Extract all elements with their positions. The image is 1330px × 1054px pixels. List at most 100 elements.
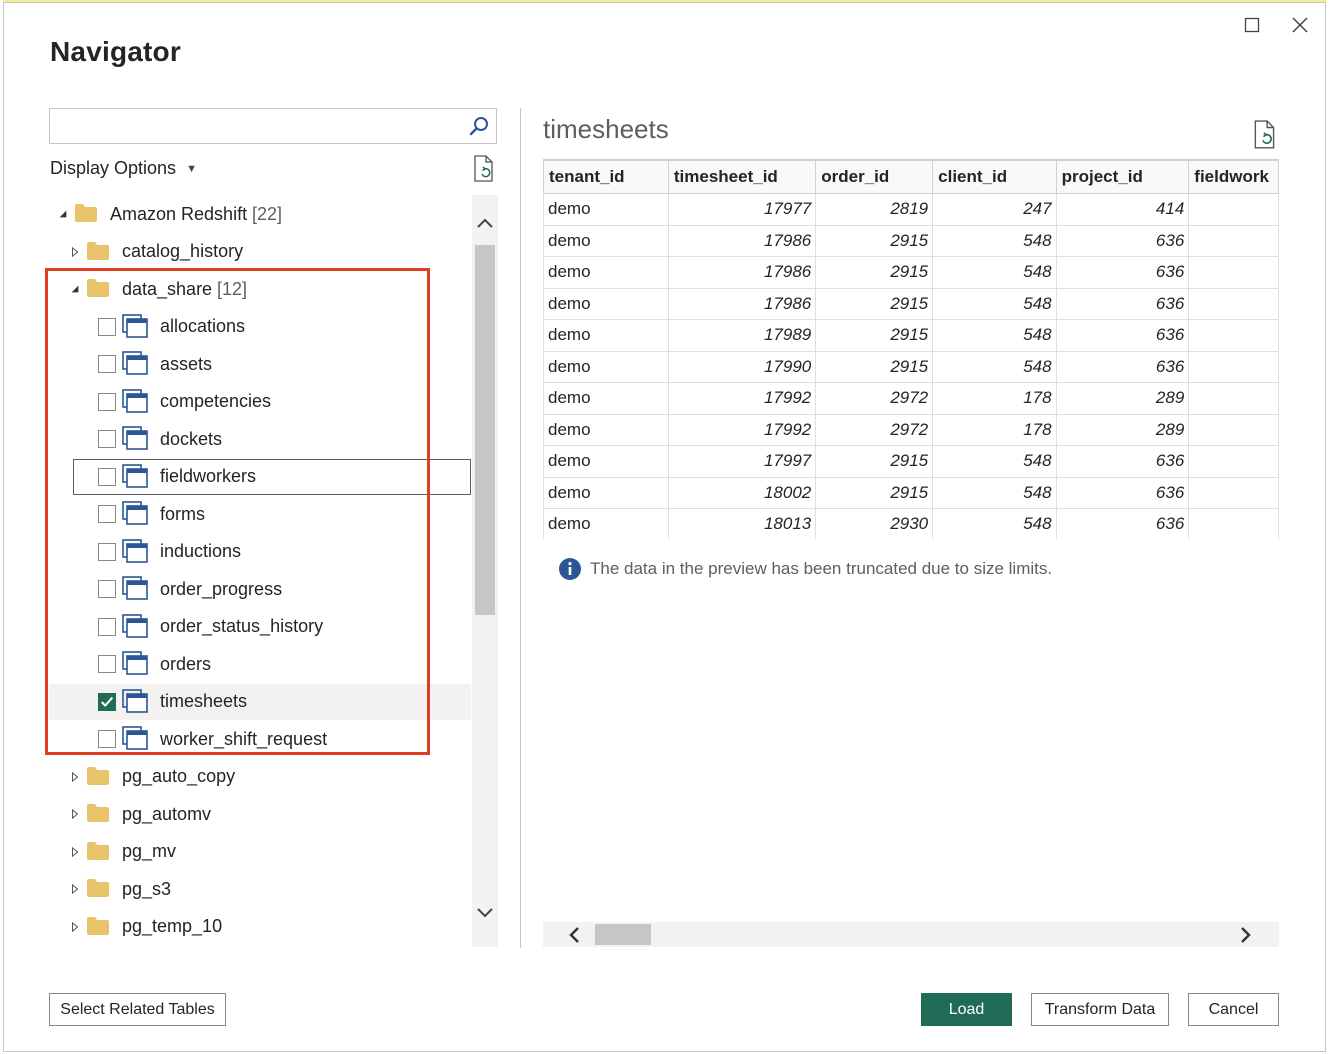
- display-options-dropdown[interactable]: Display Options ▼: [50, 158, 197, 179]
- tree-table-item[interactable]: orders: [49, 646, 471, 682]
- expand-icon[interactable]: [69, 771, 81, 783]
- table-cell: 17992: [667, 382, 817, 415]
- preview-refresh-icon[interactable]: [1252, 120, 1278, 150]
- table-cell: 247: [932, 193, 1057, 226]
- horizontal-scroll-thumb[interactable]: [595, 924, 651, 945]
- table-cell: 2972: [815, 413, 934, 446]
- tree-table-item[interactable]: forms: [49, 496, 471, 532]
- table-cell: 548: [932, 256, 1057, 289]
- refresh-icon[interactable]: [472, 155, 496, 183]
- table-checkbox[interactable]: [98, 505, 116, 523]
- table-checkbox[interactable]: [98, 617, 116, 636]
- table-icon: [122, 501, 148, 525]
- tree-folder-item[interactable]: pg_temp_10: [49, 909, 471, 945]
- tree-item-label: order_status_history: [160, 616, 324, 636]
- collapse-icon[interactable]: [69, 283, 81, 295]
- table-cell: 17986: [667, 287, 817, 320]
- tree-table-item[interactable]: assets: [49, 346, 471, 382]
- truncation-note-text: The data in the preview has been truncat…: [590, 559, 1053, 578]
- tree-table-item[interactable]: competencies: [49, 384, 471, 420]
- table-checkbox[interactable]: [98, 730, 116, 748]
- column-header[interactable]: tenant_id: [543, 160, 669, 194]
- select-related-tables-button[interactable]: Select Related Tables: [49, 993, 226, 1026]
- chevron-up-icon[interactable]: [474, 213, 496, 235]
- tree-table-item[interactable]: order_status_history: [49, 609, 471, 645]
- table-checkbox[interactable]: [98, 467, 116, 486]
- table-cell: 636: [1055, 319, 1190, 352]
- column-header[interactable]: timesheet_id: [667, 160, 817, 194]
- table-cell: 548: [932, 508, 1057, 539]
- tree-folder-item[interactable]: pg_auto_copy: [49, 759, 471, 795]
- table-checkbox[interactable]: [98, 692, 116, 711]
- tree-item-label: order_progress: [160, 578, 283, 599]
- maximize-icon: [1244, 17, 1260, 33]
- expand-icon[interactable]: [69, 846, 81, 858]
- table-icon: [122, 463, 148, 488]
- table-checkbox[interactable]: [98, 430, 116, 448]
- grid-horizontal-scrollbar[interactable]: [543, 922, 1279, 947]
- load-button[interactable]: Load: [921, 993, 1012, 1026]
- table-cell: 636: [1055, 508, 1190, 539]
- dialog-title: Navigator: [50, 36, 181, 67]
- table-checkbox[interactable]: [98, 580, 116, 598]
- chevron-right-icon[interactable]: [1235, 924, 1255, 946]
- tree-item-label: worker_shift_request: [160, 728, 328, 749]
- table-cell: 636: [1055, 256, 1190, 289]
- column-header[interactable]: fieldwork: [1188, 160, 1279, 194]
- table-cell: 2915: [815, 476, 934, 509]
- tree-table-item[interactable]: order_progress: [49, 571, 471, 607]
- tree-item-label: forms: [160, 503, 205, 524]
- tree-item-label: catalog_history: [122, 241, 244, 261]
- cancel-button[interactable]: Cancel: [1188, 993, 1279, 1026]
- tree-folder-item[interactable]: pg_s3: [49, 871, 471, 907]
- table-checkbox[interactable]: [98, 317, 116, 336]
- folder-icon: [87, 879, 109, 897]
- chevron-down-icon[interactable]: [474, 901, 496, 923]
- table-checkbox[interactable]: [98, 655, 116, 673]
- preview-grid[interactable]: tenant_id timesheet_id order_id client_id pr…: [543, 159, 1279, 539]
- table-cell: [1188, 193, 1279, 226]
- vertical-scroll-thumb[interactable]: [475, 245, 495, 615]
- table-cell: [1188, 224, 1279, 257]
- tree-table-item[interactable]: fieldworkers: [73, 458, 471, 495]
- search-input[interactable]: [50, 109, 460, 143]
- close-button[interactable]: [1285, 10, 1315, 40]
- tree-vertical-scrollbar[interactable]: [472, 195, 498, 947]
- transform-data-button[interactable]: Transform Data: [1031, 993, 1169, 1026]
- column-header[interactable]: project_id: [1055, 160, 1190, 194]
- table-checkbox[interactable]: [98, 355, 116, 373]
- tree-folder-item[interactable]: Amazon Redshift [22]: [49, 196, 471, 232]
- table-cell: 17977: [667, 193, 817, 226]
- tree-folder-item[interactable]: pg_mv: [49, 834, 471, 870]
- chevron-left-icon[interactable]: [565, 924, 585, 946]
- expand-icon[interactable]: [69, 883, 81, 895]
- tree-folder-item[interactable]: pg_automv: [49, 796, 471, 832]
- table-cell: 636: [1055, 224, 1190, 257]
- column-header[interactable]: order_id: [815, 160, 934, 194]
- table-icon: [122, 613, 148, 638]
- maximize-button[interactable]: [1237, 10, 1267, 40]
- column-header[interactable]: client_id: [932, 160, 1057, 194]
- table-cell: demo: [543, 287, 669, 320]
- tree-table-item[interactable]: timesheets: [49, 683, 471, 720]
- table-checkbox[interactable]: [98, 542, 116, 561]
- collapse-icon[interactable]: [57, 208, 69, 220]
- search-field[interactable]: [49, 108, 497, 144]
- table-checkbox[interactable]: [98, 392, 116, 411]
- table-icon: [122, 388, 148, 413]
- tree-table-item[interactable]: allocations: [49, 309, 471, 345]
- expand-icon[interactable]: [69, 246, 81, 258]
- tree-table-item[interactable]: worker_shift_request: [49, 721, 471, 757]
- table-cell: 636: [1055, 287, 1190, 320]
- table-cell: demo: [543, 413, 669, 446]
- table-cell: 2930: [815, 508, 934, 539]
- expand-icon[interactable]: [69, 808, 81, 820]
- tree-table-item[interactable]: inductions: [49, 534, 471, 570]
- search-icon[interactable]: [468, 115, 490, 137]
- tree-folder-item[interactable]: data_share [12]: [49, 271, 471, 307]
- tree-table-item[interactable]: dockets: [49, 421, 471, 457]
- tree-folder-item[interactable]: catalog_history: [49, 234, 471, 270]
- expand-icon[interactable]: [69, 921, 81, 933]
- tree-item-label: pg_temp_10: [122, 916, 223, 936]
- table-cell: [1188, 476, 1279, 509]
